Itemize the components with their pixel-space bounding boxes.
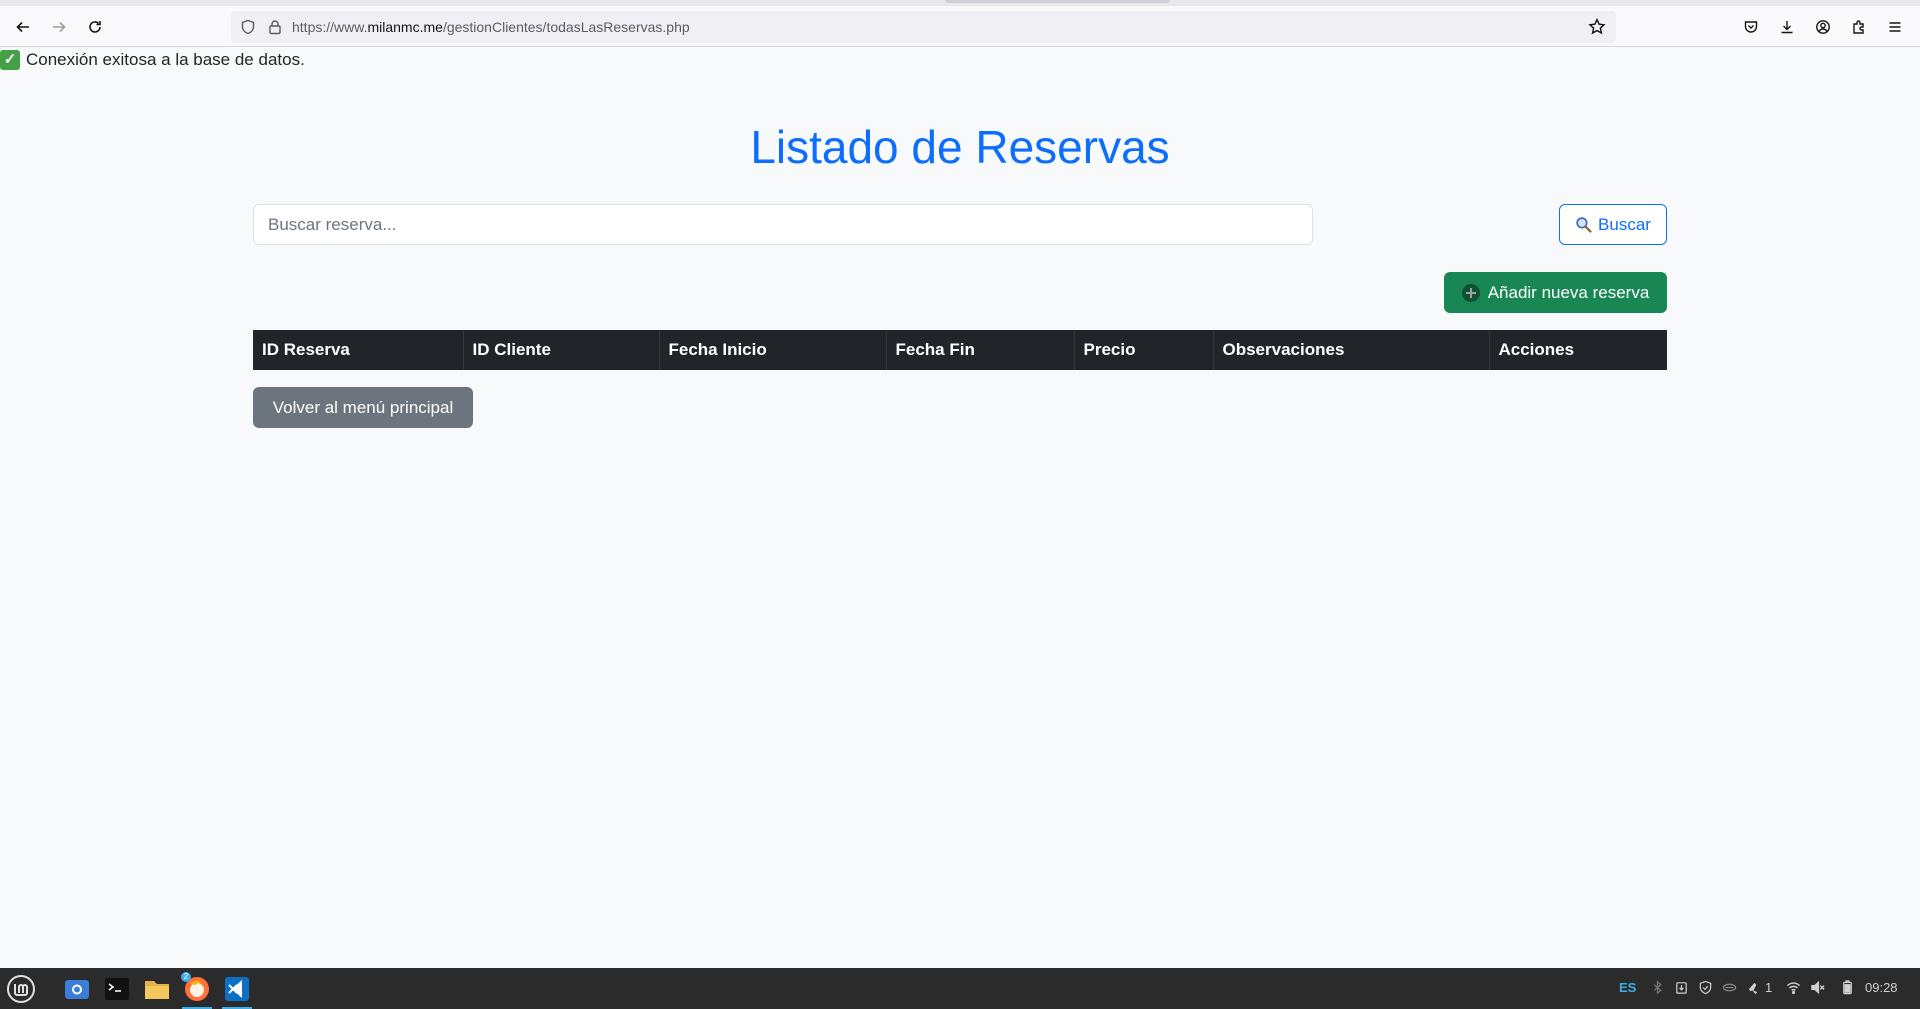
column-header-fecha-fin: Fecha Fin bbox=[886, 330, 1075, 370]
forward-arrow-icon[interactable] bbox=[44, 12, 74, 42]
plus-icon bbox=[1461, 283, 1480, 302]
terminal-icon[interactable] bbox=[100, 972, 134, 1006]
wifi-icon[interactable] bbox=[1786, 980, 1801, 998]
volume-muted-icon[interactable] bbox=[1810, 980, 1825, 998]
url-prefix: https://www. bbox=[292, 19, 368, 35]
url-host: milanmc.me bbox=[367, 19, 443, 35]
column-header-id-cliente: ID Cliente bbox=[463, 330, 660, 370]
search-button-label: Buscar bbox=[1598, 214, 1651, 234]
browser-navbar: https://www.milanmc.me/gestionClientes/t… bbox=[0, 6, 1920, 47]
download-icon[interactable] bbox=[1772, 12, 1802, 42]
firefox-window-count-badge: 2 bbox=[181, 972, 191, 982]
add-reservation-button[interactable]: Añadir nueva reserva bbox=[1444, 272, 1667, 313]
column-header-acciones: Acciones bbox=[1489, 330, 1667, 370]
menu-icon[interactable] bbox=[1880, 12, 1910, 42]
active-tab-edge[interactable] bbox=[945, 0, 1170, 3]
column-header-id-reserva: ID Reserva bbox=[253, 330, 464, 370]
db-connection-message: ✓ Conexión exitosa a la base de datos. bbox=[0, 50, 305, 70]
clock[interactable]: 09:28 bbox=[1865, 980, 1898, 995]
account-icon[interactable] bbox=[1808, 12, 1838, 42]
mint-menu-icon[interactable] bbox=[4, 972, 38, 1006]
column-header-precio: Precio bbox=[1074, 330, 1214, 370]
add-button-label: Añadir nueva reserva bbox=[1487, 282, 1650, 302]
notification-count: 1 bbox=[1765, 980, 1773, 995]
pocket-icon[interactable] bbox=[1736, 12, 1766, 42]
url-bar[interactable]: https://www.milanmc.me/gestionClientes/t… bbox=[231, 11, 1616, 43]
tracking-shield-icon[interactable] bbox=[240, 19, 256, 35]
table-header-row: ID Reserva ID Cliente Fecha Inicio Fecha… bbox=[253, 330, 1667, 370]
bookmark-star-icon[interactable] bbox=[1588, 18, 1606, 36]
vscode-icon[interactable] bbox=[220, 972, 254, 1009]
magnifier-icon bbox=[1576, 217, 1592, 233]
back-arrow-icon[interactable] bbox=[8, 12, 38, 42]
lock-icon[interactable] bbox=[267, 19, 283, 35]
system-taskbar: 2 ES 1 09:28 bbox=[0, 968, 1920, 1009]
db-message-text: Conexión exitosa a la base de datos. bbox=[26, 50, 305, 69]
column-header-observaciones: Observaciones bbox=[1213, 330, 1490, 370]
files-folder-icon[interactable] bbox=[140, 972, 174, 1006]
update-shield-icon[interactable] bbox=[1698, 980, 1713, 998]
back-to-menu-button[interactable]: Volver al menú principal bbox=[253, 387, 473, 428]
search-button[interactable]: Buscar bbox=[1559, 204, 1667, 245]
notifications-icon[interactable] bbox=[1746, 980, 1761, 998]
check-mark-icon: ✓ bbox=[0, 50, 20, 70]
reload-icon[interactable] bbox=[80, 12, 110, 42]
clipboard-icon[interactable] bbox=[1674, 980, 1689, 998]
bluetooth-icon[interactable] bbox=[1650, 980, 1665, 998]
extensions-icon[interactable] bbox=[1844, 12, 1874, 42]
keyboard-layout-indicator[interactable]: ES bbox=[1619, 980, 1636, 995]
network-card-icon[interactable] bbox=[1722, 980, 1737, 998]
screenshot-app-icon[interactable] bbox=[60, 972, 94, 1006]
column-header-fecha-inicio: Fecha Inicio bbox=[659, 330, 887, 370]
url-path: /gestionClientes/todasLasReservas.php bbox=[442, 19, 690, 35]
search-input[interactable] bbox=[253, 204, 1313, 245]
battery-icon[interactable] bbox=[1840, 980, 1855, 998]
url-text[interactable]: https://www.milanmc.me/gestionClientes/t… bbox=[292, 19, 690, 35]
page-title: Listado de Reservas bbox=[750, 121, 1170, 173]
reservations-table: ID Reserva ID Cliente Fecha Inicio Fecha… bbox=[253, 330, 1667, 370]
